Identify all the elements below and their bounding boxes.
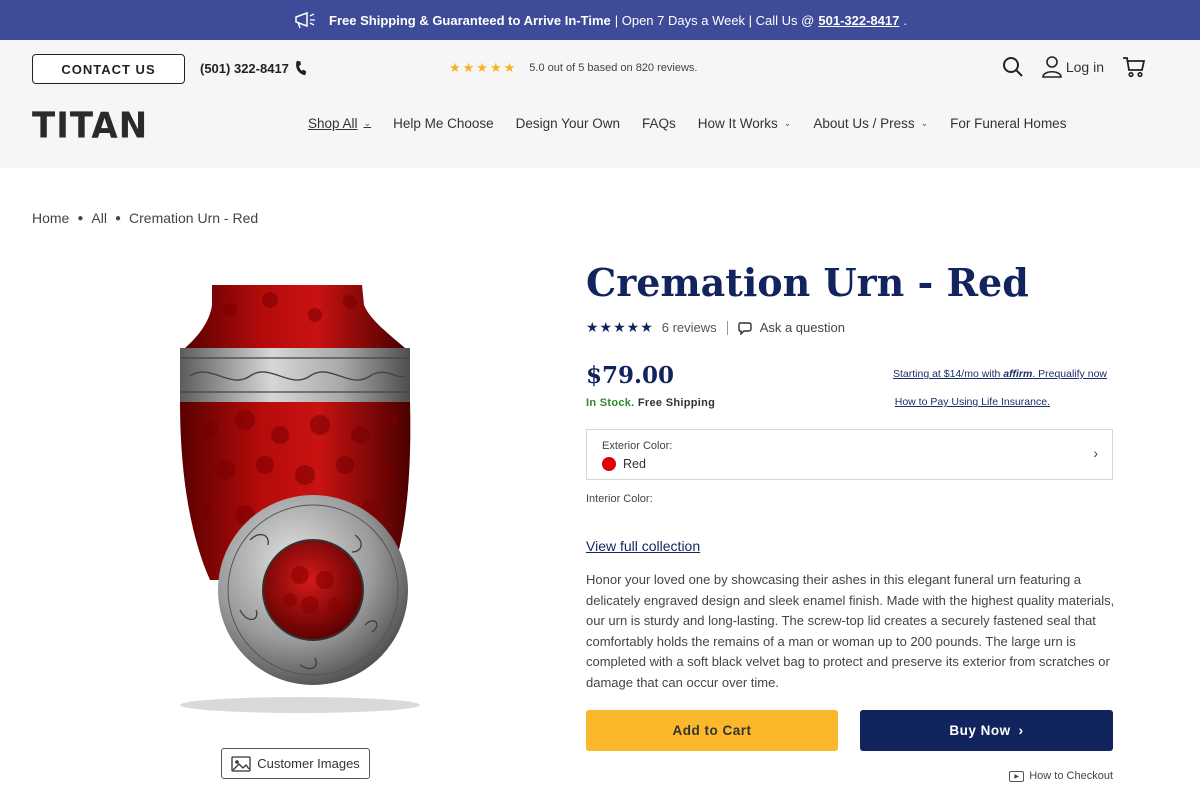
chevron-right-icon: › [1093, 445, 1098, 461]
nav-item-how-it-works[interactable]: How It Works ⌄ [698, 116, 792, 131]
product-price: $79.00 [586, 362, 675, 389]
chevron-down-icon: ⌄ [783, 118, 792, 128]
customer-images-label: Customer Images [257, 756, 360, 771]
ask-question-label: Ask a question [759, 320, 845, 335]
red-swatch [602, 457, 616, 471]
announcement-phone-link[interactable]: 501-322-8417 [818, 13, 899, 28]
nav-item-funeral-homes[interactable]: For Funeral Homes [950, 116, 1066, 131]
header-icons: Log in [1002, 56, 1146, 78]
nav-item-design-your-own[interactable]: Design Your Own [516, 116, 620, 131]
buy-now-button[interactable]: Buy Now › [860, 710, 1113, 751]
breadcrumb-home[interactable]: Home [32, 210, 69, 226]
life-insurance-link[interactable]: How to Pay Using Life Insurance. [895, 396, 1050, 408]
reviews-link[interactable]: 6 reviews [662, 320, 717, 335]
shipping-label: Free Shipping [637, 397, 716, 409]
site-logo[interactable]: TITAN [32, 105, 148, 147]
announcement-text: | Open 7 Days a Week | Call Us @ [614, 12, 815, 28]
nav-menu: Shop All ⌄ Help Me Choose Design Your Own… [308, 116, 1088, 131]
breadcrumb-current: Cremation Urn - Red [129, 210, 259, 226]
chevron-right-icon: › [1018, 723, 1024, 738]
nav-item-help-me-choose[interactable]: Help Me Choose [393, 116, 494, 131]
nav-item-about-us[interactable]: About Us / Press ⌄ [813, 116, 928, 131]
buy-now-label: Buy Now [949, 723, 1011, 738]
login-link[interactable]: Log in [1042, 56, 1104, 78]
exterior-color-selector[interactable]: Exterior Color: Red › [586, 429, 1113, 480]
in-stock-label: In Stock. [586, 397, 635, 409]
affirm-logo: affirm [1003, 368, 1033, 380]
stock-status: In Stock. Free Shipping [586, 397, 715, 409]
ask-question-link[interactable]: Ask a question [737, 320, 845, 335]
interior-color-label: Interior Color: [586, 493, 653, 505]
exterior-color-label: Exterior Color: [602, 440, 673, 452]
main-navigation: TITAN Shop All ⌄ Help Me Choose Design Yo… [0, 90, 1200, 168]
contact-us-button[interactable]: CONTACT US [32, 54, 185, 84]
chevron-down-icon: ⌄ [363, 118, 372, 128]
divider [726, 320, 728, 335]
product-title: Cremation Urn - Red [586, 260, 1029, 305]
megaphone-icon [295, 11, 316, 29]
rating-stars: ★★★★★ [449, 60, 518, 75]
announcement-trailing: . [903, 12, 907, 28]
phone-icon [295, 60, 307, 76]
announcement-bar: Free Shipping & Guaranteed to Arrive In-… [0, 0, 1200, 40]
play-icon: ▶ [1009, 770, 1025, 782]
user-icon [1042, 56, 1062, 78]
add-to-cart-button[interactable]: Add to Cart [586, 710, 838, 751]
cart-icon[interactable] [1122, 56, 1146, 78]
utility-bar: CONTACT US (501) 322-8417 ★★★★★ 5.0 out … [0, 40, 1200, 96]
how-to-checkout-label: How to Checkout [1029, 770, 1113, 782]
product-description: Honor your loved one by showcasing their… [586, 572, 1115, 690]
product-stars: ★★★★★ [586, 319, 654, 335]
view-collection-link[interactable]: View full collection [586, 538, 700, 554]
nav-item-shop-all[interactable]: Shop All ⌄ [308, 116, 371, 131]
chevron-down-icon: ⌄ [920, 118, 929, 128]
breadcrumb-separator: ● [77, 212, 84, 224]
image-icon [231, 755, 251, 772]
exterior-color-value: Red [602, 457, 646, 471]
header-phone[interactable]: (501) 322-8417 [200, 60, 309, 76]
store-rating: ★★★★★ 5.0 out of 5 based on 820 reviews. [449, 60, 697, 76]
breadcrumb-separator: ● [114, 212, 122, 224]
customer-images-button[interactable]: Customer Images [221, 748, 370, 779]
nav-item-faqs[interactable]: FAQs [642, 116, 676, 131]
header-phone-number: (501) 322-8417 [200, 60, 289, 76]
breadcrumb-all[interactable]: All [91, 210, 107, 226]
login-label: Log in [1065, 59, 1104, 75]
announcement-headline: Free Shipping & Guaranteed to Arrive In-… [329, 12, 611, 28]
search-icon[interactable] [1002, 56, 1024, 78]
rating-text: 5.0 out of 5 based on 820 reviews. [529, 62, 698, 74]
chat-bubble-icon [737, 321, 752, 335]
affirm-prequalify-link[interactable]: Starting at $14/mo with affirm. Prequali… [893, 368, 1107, 380]
breadcrumb: Home ● All ● Cremation Urn - Red [32, 210, 258, 226]
product-image-urn[interactable] [150, 280, 450, 720]
product-rating: ★★★★★ 6 reviews Ask a question [586, 319, 845, 336]
how-to-checkout-link[interactable]: ▶ How to Checkout [1009, 770, 1113, 782]
